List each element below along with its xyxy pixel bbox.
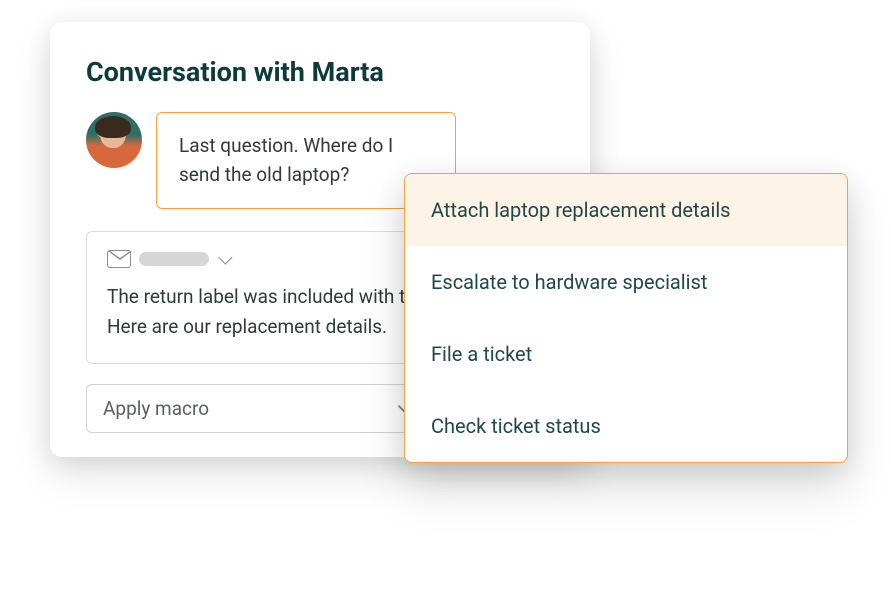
macro-option-file-a-ticket[interactable]: File a ticket [405, 318, 847, 390]
apply-macro-label: Apply macro [103, 397, 209, 420]
macro-dropdown: Attach laptop replacement details Escala… [404, 173, 848, 463]
macro-option-attach-laptop-replacement-details[interactable]: Attach laptop replacement details [405, 174, 847, 246]
apply-macro-button[interactable]: Apply macro [86, 384, 426, 433]
conversation-title: Conversation with Marta [86, 56, 554, 88]
channel-placeholder [139, 252, 209, 266]
macro-option-check-ticket-status[interactable]: Check ticket status [405, 390, 847, 462]
mail-icon [107, 250, 131, 268]
chevron-down-icon [218, 250, 232, 264]
macro-option-escalate-to-hardware-specialist[interactable]: Escalate to hardware specialist [405, 246, 847, 318]
avatar [86, 112, 142, 168]
